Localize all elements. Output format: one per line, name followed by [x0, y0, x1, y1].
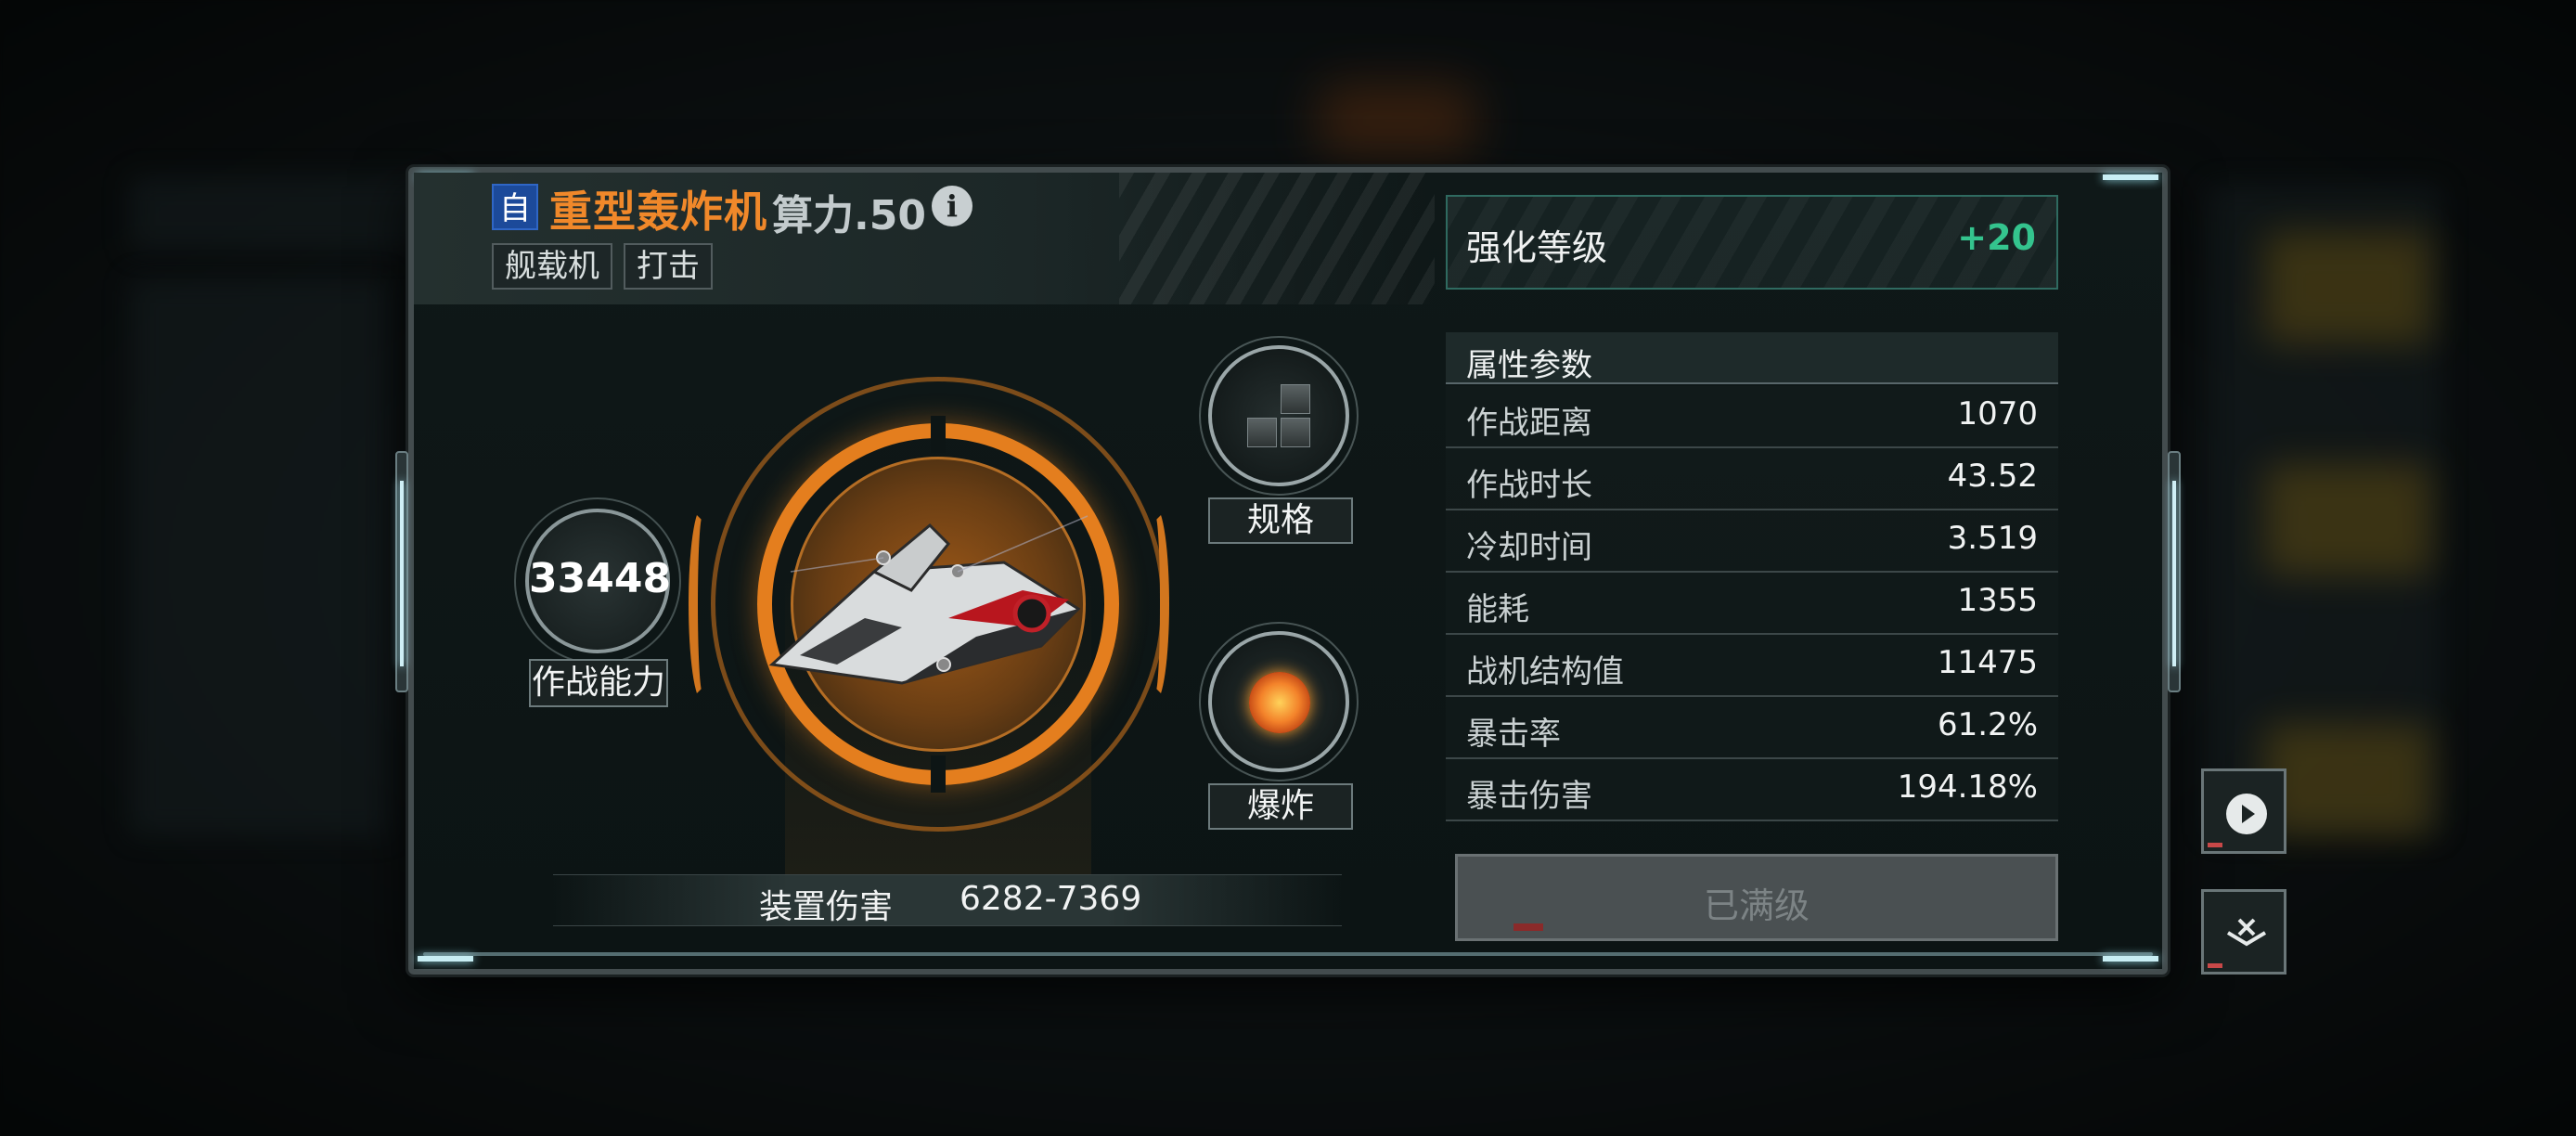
ring-gap — [931, 416, 946, 453]
collapse-icon — [2226, 918, 2267, 947]
bomber-ship-image — [768, 515, 1088, 685]
combat-power-value: 33448 — [529, 555, 672, 602]
damage-type-label: 爆炸 — [1208, 783, 1353, 830]
play-button[interactable] — [2201, 768, 2286, 854]
grid-icon — [1247, 384, 1314, 451]
item-name: 重型轰炸机 — [549, 187, 767, 237]
spec-label: 规格 — [1208, 497, 1353, 544]
attr-label: 作战时长 — [1466, 467, 1592, 504]
bg-blur-gold — [2264, 232, 2431, 343]
attr-label: 暴击率 — [1466, 716, 1561, 753]
collapse-button[interactable] — [2201, 889, 2286, 975]
corner-accent — [418, 956, 473, 962]
attr-row-cooldown: 冷却时间 3.519 — [1446, 510, 2058, 573]
tag-carrier: 舰载机 — [492, 243, 612, 290]
attr-row-energy: 能耗 1355 — [1446, 573, 2058, 635]
attr-label: 能耗 — [1466, 591, 1529, 628]
device-damage-label: 装置伤害 — [759, 888, 894, 926]
enhancement-level-box: 强化等级 +20 — [1446, 195, 2058, 290]
header-stripes — [1119, 173, 1435, 304]
enhancement-value: +20 — [1957, 217, 2036, 258]
device-damage-value: 6282-7369 — [960, 880, 1142, 918]
attr-row-crit-rate: 暴击率 61.2% — [1446, 697, 2058, 759]
attr-value: 194.18% — [1897, 768, 2038, 806]
right-frame-bar — [2168, 451, 2181, 692]
max-level-button[interactable]: 已满级 — [1455, 854, 2058, 941]
bg-blur-block — [130, 278, 390, 835]
attr-row-structure: 战机结构值 11475 — [1446, 635, 2058, 697]
damage-type-badge[interactable] — [1199, 622, 1359, 781]
attr-label: 战机结构值 — [1466, 653, 1624, 691]
max-level-label: 已满级 — [1703, 885, 1810, 926]
combat-power-label: 作战能力 — [529, 659, 668, 707]
corner-accent — [2103, 174, 2158, 180]
button-deco — [1513, 923, 1543, 931]
attr-value: 3.519 — [1947, 520, 2038, 557]
attributes-title: 属性参数 — [1466, 347, 1592, 384]
bg-blur-gold — [2264, 464, 2431, 575]
bg-blur-block — [130, 176, 436, 251]
left-frame-bar — [395, 451, 408, 692]
enhancement-label: 强化等级 — [1466, 227, 1608, 268]
button-deco — [2208, 843, 2222, 847]
device-damage-bar — [553, 874, 1342, 926]
ownership-badge: 自 — [492, 184, 538, 230]
attr-row-range: 作战距离 1070 — [1446, 386, 2058, 448]
left-side-arc — [689, 507, 716, 702]
corner-accent — [2103, 956, 2158, 962]
attr-value: 1355 — [1957, 582, 2038, 619]
info-icon[interactable]: i — [932, 186, 972, 226]
attr-row-crit-damage: 暴击伤害 194.18% — [1446, 759, 2058, 821]
ring-gap — [931, 755, 946, 793]
attr-value: 61.2% — [1937, 706, 2038, 743]
computing-power: 算力.50 — [772, 192, 926, 239]
attributes-header: 属性参数 — [1446, 332, 2058, 384]
right-side-arc — [1141, 507, 1169, 702]
button-deco — [2208, 963, 2222, 968]
attr-row-duration: 作战时长 43.52 — [1446, 448, 2058, 510]
bg-blur-orange — [1318, 84, 1475, 158]
attr-label: 作战距离 — [1466, 405, 1592, 442]
spec-badge[interactable] — [1199, 336, 1359, 496]
tag-strike: 打击 — [624, 243, 713, 290]
attr-label: 暴击伤害 — [1466, 778, 1592, 815]
bg-blur-gold — [2264, 724, 2431, 835]
attr-value: 1070 — [1957, 395, 2038, 432]
attr-value: 43.52 — [1947, 458, 2038, 495]
attr-value: 11475 — [1937, 644, 2038, 681]
panel-bottom-line — [423, 952, 2153, 956]
combat-power-badge: 33448 — [514, 497, 681, 665]
play-icon — [2226, 794, 2267, 834]
item-detail-panel: 自 重型轰炸机 算力.50 i 舰载机 打击 强化等级 +20 属性参数 作战距… — [395, 167, 2181, 975]
attr-label: 冷却时间 — [1466, 529, 1592, 566]
explosion-icon — [1249, 672, 1310, 733]
attributes-table: 作战距离 1070 作战时长 43.52 冷却时间 3.519 能耗 1355 … — [1446, 386, 2058, 821]
